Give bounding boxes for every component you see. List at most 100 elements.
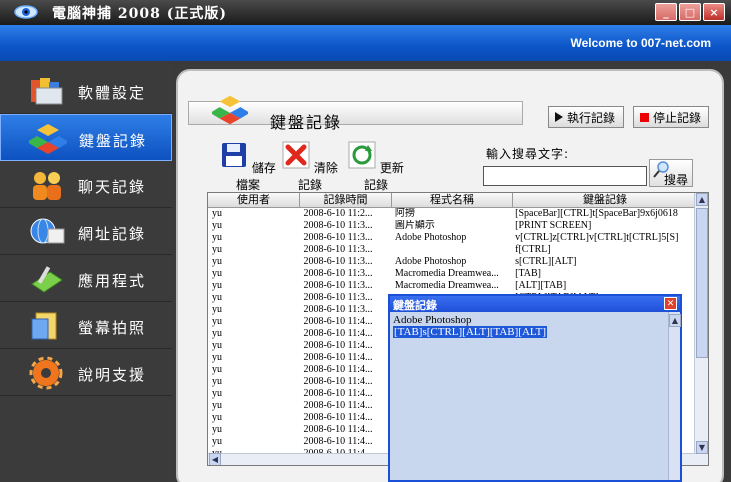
cell-keys: [TAB] xyxy=(515,268,541,279)
scroll-up-arrow-icon[interactable]: ▲ xyxy=(696,193,708,206)
close-button[interactable]: × xyxy=(703,3,725,21)
cell-program: Macromedia Dreamwea... xyxy=(394,268,499,279)
cell-time: 2008-6-10 11:4... xyxy=(303,436,373,447)
sidebar-item-software-settings[interactable]: 軟體設定 xyxy=(0,67,172,114)
cell-time: 2008-6-10 11:3... xyxy=(303,220,373,231)
cell-user: yu xyxy=(212,280,222,291)
vertical-scrollbar[interactable]: ▲ ▼ xyxy=(694,193,708,465)
scroll-left-arrow-icon[interactable]: ◀ xyxy=(209,453,221,465)
cell-user: yu xyxy=(212,376,222,387)
cell-program: Macromedia Dreamwea... xyxy=(394,280,499,291)
sidebar-item-applications[interactable]: 應用程式 xyxy=(0,255,172,302)
sidebar-item-label: 螢幕拍照 xyxy=(78,319,147,337)
cell-time: 2008-6-10 11:4... xyxy=(303,316,373,327)
column-header-time[interactable]: 記錄時間 xyxy=(300,193,392,207)
table-row[interactable]: yu 2008-6-10 11:3... 圖片顯示 [PRINT SCREEN] xyxy=(208,220,695,232)
red-x-icon xyxy=(282,141,310,169)
popup-title-bar: 鍵盤記錄 ✕ xyxy=(390,296,680,312)
cell-user: yu xyxy=(212,256,222,267)
popup-program-name: Adobe Photoshop xyxy=(393,314,472,326)
minimize-button[interactable]: _ xyxy=(655,3,677,21)
cell-keys: [PRINT SCREEN] xyxy=(515,220,592,231)
cell-time: 2008-6-10 11:3... xyxy=(303,268,373,279)
cell-time: 2008-6-10 11:4... xyxy=(303,376,373,387)
title-bar: 電腦神捕 2008 (正式版) _ □ × xyxy=(0,0,731,25)
cell-user: yu xyxy=(212,364,222,375)
cell-time: 2008-6-10 11:4... xyxy=(303,388,373,399)
search-label: 輸入搜尋文字: xyxy=(486,147,570,161)
cell-time: 2008-6-10 11:4... xyxy=(303,400,373,411)
sidebar-item-screenshot[interactable]: 螢幕拍照 xyxy=(0,302,172,349)
sidebar-item-url-log[interactable]: 網址記錄 xyxy=(0,208,172,255)
scroll-down-arrow-icon[interactable]: ▼ xyxy=(696,441,708,454)
table-row[interactable]: yu 2008-6-10 11:2... 阿撈 [SpaceBar][CTRL]t[S… xyxy=(208,208,695,220)
maximize-button[interactable]: □ xyxy=(679,3,701,21)
search-button[interactable]: 搜尋 xyxy=(649,159,693,187)
cell-keys: v[CTRL]z[CTRL]v[CTRL]t[CTRL]5[S] xyxy=(515,232,679,243)
popup-close-button[interactable]: ✕ xyxy=(664,297,677,310)
column-header-program[interactable]: 程式名稱 xyxy=(392,193,513,207)
cell-time: 2008-6-10 11:3... xyxy=(303,256,373,267)
search-input[interactable] xyxy=(483,166,647,186)
cell-user: yu xyxy=(212,340,222,351)
sidebar-item-help[interactable]: 說明支援 xyxy=(0,349,172,396)
page-title: 鍵盤記錄 xyxy=(270,113,343,132)
scroll-thumb[interactable] xyxy=(696,208,708,358)
cell-program: Adobe Photoshop xyxy=(394,256,467,267)
keyboard-log-icon xyxy=(212,95,248,125)
window-controls: _ □ × xyxy=(655,3,725,21)
cell-user: yu xyxy=(212,328,222,339)
refresh-log-button[interactable]: 更新記錄 xyxy=(348,141,404,193)
popup-scroll-up-arrow-icon[interactable]: ▲ xyxy=(669,314,681,327)
table-row[interactable]: yu 2008-6-10 11:3... Adobe Photoshop v[CTRL… xyxy=(208,232,695,244)
keyboard-log-icon xyxy=(29,124,67,154)
sidebar-item-label: 說明支援 xyxy=(78,366,147,384)
sidebar-item-label: 聊天記錄 xyxy=(78,178,147,196)
cell-keys: s[CTRL][ALT] xyxy=(515,256,577,267)
cell-user: yu xyxy=(212,232,222,243)
clear-log-button[interactable]: 清除記錄 xyxy=(282,141,338,193)
search-button-label: 搜尋 xyxy=(664,173,689,187)
cell-user: yu xyxy=(212,304,222,315)
table-row[interactable]: yu 2008-6-10 11:3... Macromedia Dreamwea..… xyxy=(208,268,695,280)
cell-user: yu xyxy=(212,412,222,423)
cell-keys: [ALT][TAB] xyxy=(515,280,567,291)
run-log-button[interactable]: 執行記錄 xyxy=(548,106,624,128)
sidebar-item-keyboard-log[interactable]: 鍵盤記錄 xyxy=(0,114,172,161)
cell-user: yu xyxy=(212,316,222,327)
popup-content[interactable]: Adobe Photoshop [TAB]s[CTRL][ALT][TAB][A… xyxy=(390,312,668,480)
cell-user: yu xyxy=(212,388,222,399)
cell-user: yu xyxy=(212,208,222,219)
table-row[interactable]: yu 2008-6-10 11:3... Adobe Photoshop s[CTRL… xyxy=(208,256,695,268)
table-row[interactable]: yu 2008-6-10 11:3... f[CTRL] xyxy=(208,244,695,256)
eye-icon xyxy=(14,5,38,19)
sidebar-item-label: 軟體設定 xyxy=(78,84,147,102)
popup-scrollbar[interactable]: ▲ xyxy=(668,312,681,480)
cell-time: 2008-6-10 11:4... xyxy=(303,424,373,435)
cell-time: 2008-6-10 11:4... xyxy=(303,352,373,363)
floppy-disk-icon xyxy=(222,143,247,167)
cell-time: 2008-6-10 11:3... xyxy=(303,232,373,243)
cell-time: 2008-6-10 11:3... xyxy=(303,280,373,291)
popup-title: 鍵盤記錄 xyxy=(393,299,437,312)
refresh-icon xyxy=(348,141,376,169)
save-file-button[interactable]: 儲存檔案 xyxy=(220,141,276,193)
cell-program: 圖片顯示 xyxy=(394,220,435,231)
cell-user: yu xyxy=(212,400,222,411)
table-row[interactable]: yu 2008-6-10 11:3... Macromedia Dreamwea..… xyxy=(208,280,695,292)
chat-log-icon xyxy=(33,172,61,200)
header-banner: Welcome to 007-net.com xyxy=(0,25,731,61)
url-log-icon xyxy=(30,218,65,244)
help-icon xyxy=(29,356,63,390)
column-header-keys[interactable]: 鍵盤記錄 xyxy=(513,193,698,207)
cell-program: 阿撈 xyxy=(394,208,415,219)
keyboard-log-popup: 鍵盤記錄 ✕ Adobe Photoshop [TAB]s[CTRL][ALT]… xyxy=(388,294,682,482)
window-title: 電腦神捕 2008 (正式版) xyxy=(52,6,227,22)
column-header-user[interactable]: 使用者 xyxy=(208,193,300,207)
table-header: 使用者 記錄時間 程式名稱 鍵盤記錄 xyxy=(208,193,698,208)
sidebar-item-label: 網址記錄 xyxy=(78,225,147,243)
cell-program xyxy=(391,244,511,256)
screenshot-icon xyxy=(31,312,57,340)
stop-log-button[interactable]: 停止記錄 xyxy=(633,106,709,128)
sidebar-item-chat-log[interactable]: 聊天記錄 xyxy=(0,161,172,208)
